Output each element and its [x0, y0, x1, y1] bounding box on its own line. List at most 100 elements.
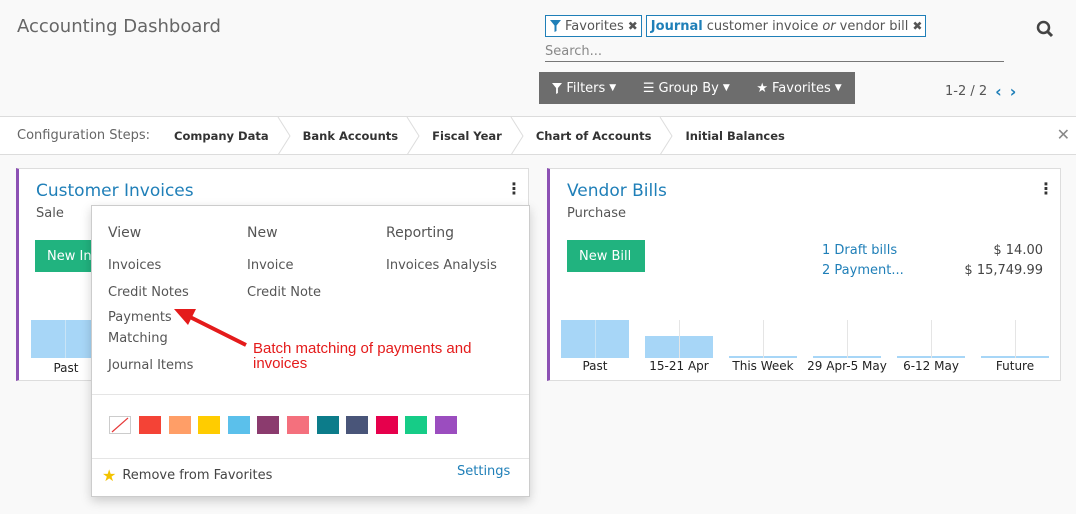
- step-label: Chart of Accounts: [535, 128, 652, 143]
- chart-gridline: [1015, 320, 1016, 358]
- filter-icon: [546, 20, 565, 32]
- facet-remove-icon[interactable]: ✖: [912, 19, 922, 33]
- color-swatch[interactable]: [139, 416, 161, 434]
- chart-gridline: [847, 320, 848, 358]
- facet-journal-or: or: [822, 18, 836, 34]
- caret-down-icon: ▼: [609, 83, 617, 93]
- annotation-line-2: invoices: [253, 355, 308, 372]
- step-bank-accounts[interactable]: Bank Accounts: [291, 116, 421, 155]
- vendor-bills-card: Vendor Bills Purchase ⋮ New Bill 1 Draft…: [547, 168, 1061, 381]
- facet-journal[interactable]: Journal customer invoice or vendor bill …: [645, 15, 927, 37]
- facet-favorites-label: Favorites: [565, 18, 624, 34]
- menu-item-new-credit-note[interactable]: Credit Note: [247, 285, 321, 300]
- remove-favorites-label: Remove from Favorites: [122, 468, 273, 483]
- groupby-label: Group By: [658, 80, 719, 96]
- color-swatch[interactable]: [316, 416, 339, 434]
- annotation-text: Batch matching of payments and invoices: [253, 341, 503, 371]
- color-swatch[interactable]: [227, 416, 250, 434]
- chart-bar-label: Future: [995, 359, 1035, 373]
- chart-gridline: [595, 320, 596, 358]
- facet-journal-tag: Journal: [650, 18, 703, 34]
- configuration-steps-label: Configuration Steps:: [17, 128, 151, 143]
- menu-item-journal-items[interactable]: Journal Items: [108, 358, 193, 373]
- caret-down-icon: ▼: [834, 83, 842, 93]
- color-swatch-none[interactable]: [109, 416, 131, 434]
- step-label: Bank Accounts: [302, 128, 399, 143]
- card-subtitle: Purchase: [567, 206, 627, 221]
- color-swatch[interactable]: [346, 416, 369, 434]
- favorites-button[interactable]: ★ Favorites ▼: [756, 81, 841, 96]
- new-bill-button[interactable]: New Bill: [567, 240, 645, 272]
- pager-previous-icon[interactable]: ‹: [995, 82, 1002, 101]
- color-swatch[interactable]: [375, 416, 398, 434]
- chevron-separator-icon: [510, 116, 524, 155]
- settings-link[interactable]: Settings: [457, 464, 510, 479]
- draft-bills-link[interactable]: 1 Draft bills: [822, 243, 897, 258]
- search-input[interactable]: Search...: [545, 44, 1004, 62]
- close-icon[interactable]: ✕: [1057, 125, 1070, 144]
- chart-gridline: [679, 320, 680, 358]
- search-facets: Favorites ✖ Journal customer invoice or …: [545, 15, 927, 37]
- filters-button[interactable]: Filters ▼: [552, 81, 616, 96]
- list-icon: ☰: [642, 80, 655, 96]
- pager-next-icon[interactable]: ›: [1010, 82, 1017, 101]
- card-title[interactable]: Vendor Bills: [567, 181, 667, 201]
- step-label: Initial Balances: [685, 128, 785, 143]
- color-swatch[interactable]: [198, 416, 221, 434]
- facet-journal-value-a: customer invoice: [706, 18, 819, 34]
- color-swatch[interactable]: [168, 416, 191, 434]
- new-section-heading: New: [247, 225, 278, 241]
- control-panel: Accounting Dashboard Favorites ✖ Journal…: [0, 0, 1076, 117]
- chart-bar-label: 6-12 May: [903, 359, 959, 373]
- color-swatch[interactable]: [287, 416, 309, 434]
- menu-item-invoices[interactable]: Invoices: [108, 258, 161, 273]
- menu-item-credit-notes[interactable]: Credit Notes: [108, 285, 189, 300]
- chart-gridline: [65, 320, 66, 358]
- menu-item-matching[interactable]: Matching: [108, 331, 168, 346]
- remove-from-favorites-button[interactable]: ★ Remove from Favorites: [102, 466, 272, 485]
- step-fiscal-year[interactable]: Fiscal Year: [420, 116, 524, 155]
- divider: [92, 458, 529, 459]
- chevron-separator-icon: [660, 116, 674, 155]
- color-swatch[interactable]: [435, 416, 457, 434]
- star-icon: ★: [102, 466, 117, 485]
- new-invoice-button[interactable]: New In: [35, 240, 95, 272]
- step-company-data[interactable]: Company Data: [174, 116, 291, 155]
- draft-bills-amount: $ 14.00: [993, 243, 1043, 258]
- step-initial-balances[interactable]: Initial Balances: [673, 117, 806, 155]
- chart-bar-label: This Week: [732, 359, 794, 373]
- groupby-button[interactable]: ☰ Group By ▼: [643, 81, 730, 96]
- payments-link[interactable]: 2 Payment...: [822, 263, 904, 278]
- color-swatch[interactable]: [257, 416, 280, 434]
- more-options-icon[interactable]: ⋮: [506, 179, 522, 198]
- chart-gridline: [763, 320, 764, 358]
- page-title: Accounting Dashboard: [17, 16, 221, 37]
- more-options-icon[interactable]: ⋮: [1038, 179, 1054, 198]
- step-chart-of-accounts[interactable]: Chart of Accounts: [524, 116, 674, 155]
- chevron-separator-icon: [406, 116, 420, 155]
- menu-item-invoices-analysis[interactable]: Invoices Analysis: [386, 258, 497, 273]
- chevron-separator-icon: [277, 116, 291, 155]
- menu-item-payments[interactable]: Payments: [108, 310, 172, 325]
- caret-down-icon: ▼: [722, 83, 730, 93]
- annotation-line-1: Batch matching of payments and: [253, 340, 472, 357]
- chart-bar-label: 29 Apr-5 May: [807, 359, 887, 373]
- card-title[interactable]: Customer Invoices: [36, 181, 194, 201]
- color-swatch[interactable]: [405, 416, 428, 434]
- favorites-label: Favorites: [772, 80, 831, 96]
- step-label: Fiscal Year: [432, 128, 502, 143]
- chart-bar-label: 15-21 Apr: [649, 359, 709, 373]
- facet-remove-icon[interactable]: ✖: [628, 19, 638, 33]
- chart-bar-label: Past: [582, 359, 608, 373]
- pager-value[interactable]: 1-2 / 2: [945, 84, 987, 99]
- menu-item-new-invoice[interactable]: Invoice: [247, 258, 293, 273]
- view-section-heading: View: [108, 225, 142, 241]
- search-icon[interactable]: [1036, 20, 1054, 38]
- star-icon: ★: [756, 80, 769, 96]
- reporting-section-heading: Reporting: [386, 225, 455, 241]
- configuration-steps-bar: Configuration Steps: Company Data Bank A…: [0, 116, 1076, 155]
- step-label: Company Data: [174, 128, 269, 143]
- facet-favorites[interactable]: Favorites ✖: [545, 15, 642, 37]
- search-options-bar: Filters ▼ ☰ Group By ▼ ★ Favorites ▼: [539, 72, 855, 104]
- chart-gridline: [931, 320, 932, 358]
